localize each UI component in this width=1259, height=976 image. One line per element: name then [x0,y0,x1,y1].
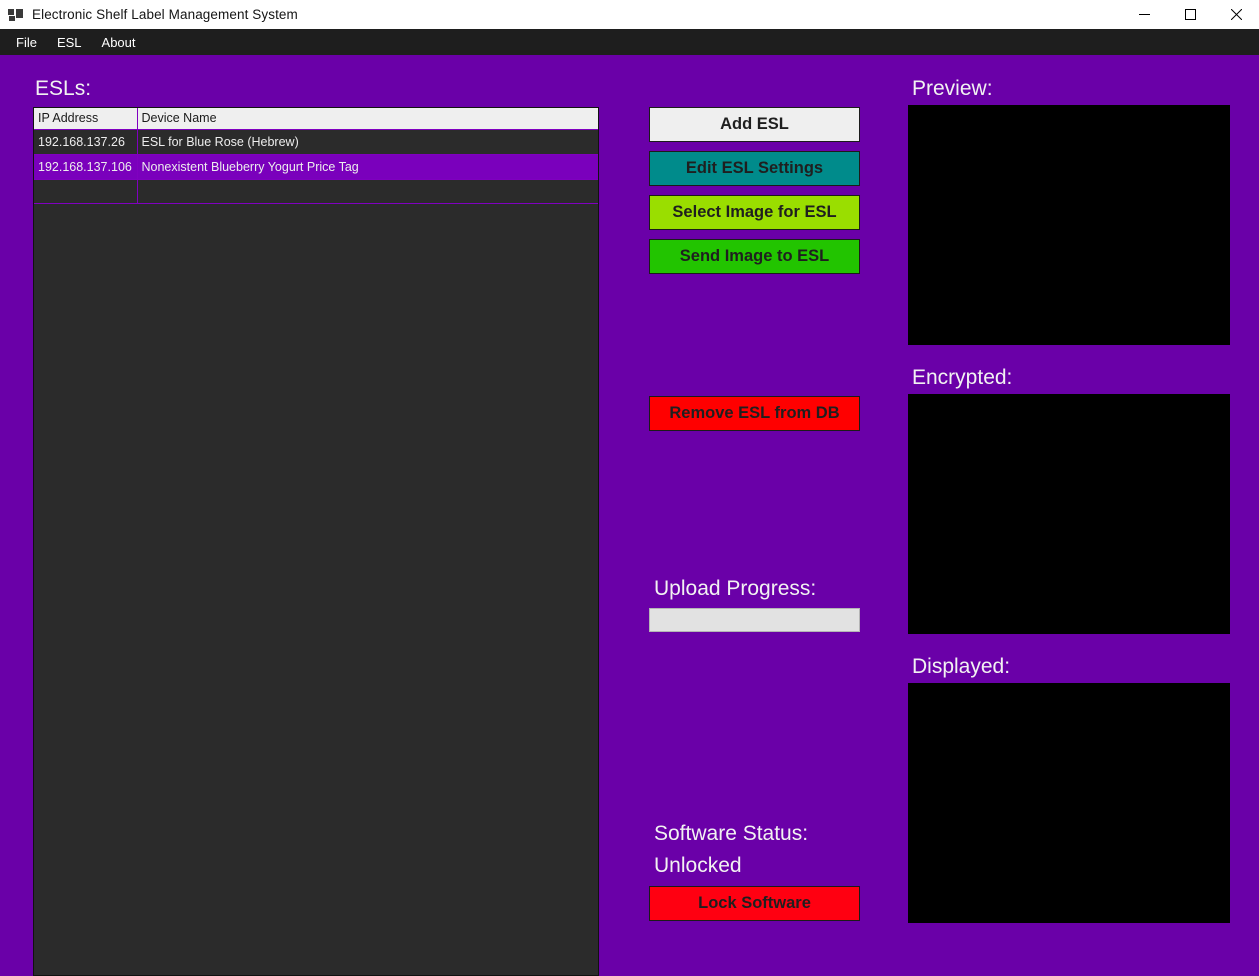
esl-table: IP Address Device Name 192.168.137.26 ES… [34,108,598,204]
minimize-button[interactable] [1121,0,1167,29]
preview-label: Preview: [912,77,993,100]
upload-progress-label: Upload Progress: [654,577,817,600]
edit-esl-settings-button[interactable]: Edit ESL Settings [649,151,860,186]
close-button[interactable] [1213,0,1259,29]
cell-ip-address: 192.168.137.106 [34,154,138,180]
preview-image-box[interactable] [908,105,1230,345]
table-row[interactable]: 192.168.137.106 Nonexistent Blueberry Yo… [34,154,598,180]
software-status-value: Unlocked [654,854,742,877]
table-header-row: IP Address Device Name [34,108,598,130]
add-esl-button[interactable]: Add ESL [649,107,860,142]
menu-bar: File ESL About [0,29,1259,55]
title-bar: Electronic Shelf Label Management System [0,0,1259,29]
table-row[interactable] [34,179,598,204]
maximize-button[interactable] [1167,0,1213,29]
main-content-area: ESLs: IP Address Device Name 192.168.137… [0,55,1259,976]
esls-heading: ESLs: [35,77,92,100]
window-controls [1121,0,1259,29]
cell-device-name [137,179,598,204]
minimize-icon [1138,14,1150,15]
displayed-image-box[interactable] [908,683,1230,923]
remove-esl-from-db-button[interactable]: Remove ESL from DB [649,396,860,431]
menu-item-about[interactable]: About [92,29,146,55]
cell-device-name: Nonexistent Blueberry Yogurt Price Tag [137,154,598,180]
lock-software-button[interactable]: Lock Software [649,886,860,921]
table-row[interactable]: 192.168.137.26 ESL for Blue Rose (Hebrew… [34,129,598,155]
cell-ip-address: 192.168.137.26 [34,129,138,155]
menu-item-file[interactable]: File [6,29,47,55]
send-image-to-esl-button[interactable]: Send Image to ESL [649,239,860,274]
cell-ip-address [34,179,138,204]
close-icon [1230,9,1242,20]
menu-item-esl[interactable]: ESL [47,29,92,55]
encrypted-label: Encrypted: [912,366,1013,389]
column-header-ip-address[interactable]: IP Address [34,108,138,130]
select-image-for-esl-button[interactable]: Select Image for ESL [649,195,860,230]
cell-device-name: ESL for Blue Rose (Hebrew) [137,129,598,155]
software-status-label: Software Status: [654,822,809,845]
displayed-label: Displayed: [912,655,1011,678]
upload-progress-bar [649,608,860,632]
app-window-icon [8,7,24,23]
maximize-icon [1184,9,1196,20]
esl-list[interactable]: IP Address Device Name 192.168.137.26 ES… [33,107,599,976]
encrypted-image-box[interactable] [908,394,1230,634]
column-header-device-name[interactable]: Device Name [137,108,598,130]
window-title: Electronic Shelf Label Management System [32,7,298,22]
